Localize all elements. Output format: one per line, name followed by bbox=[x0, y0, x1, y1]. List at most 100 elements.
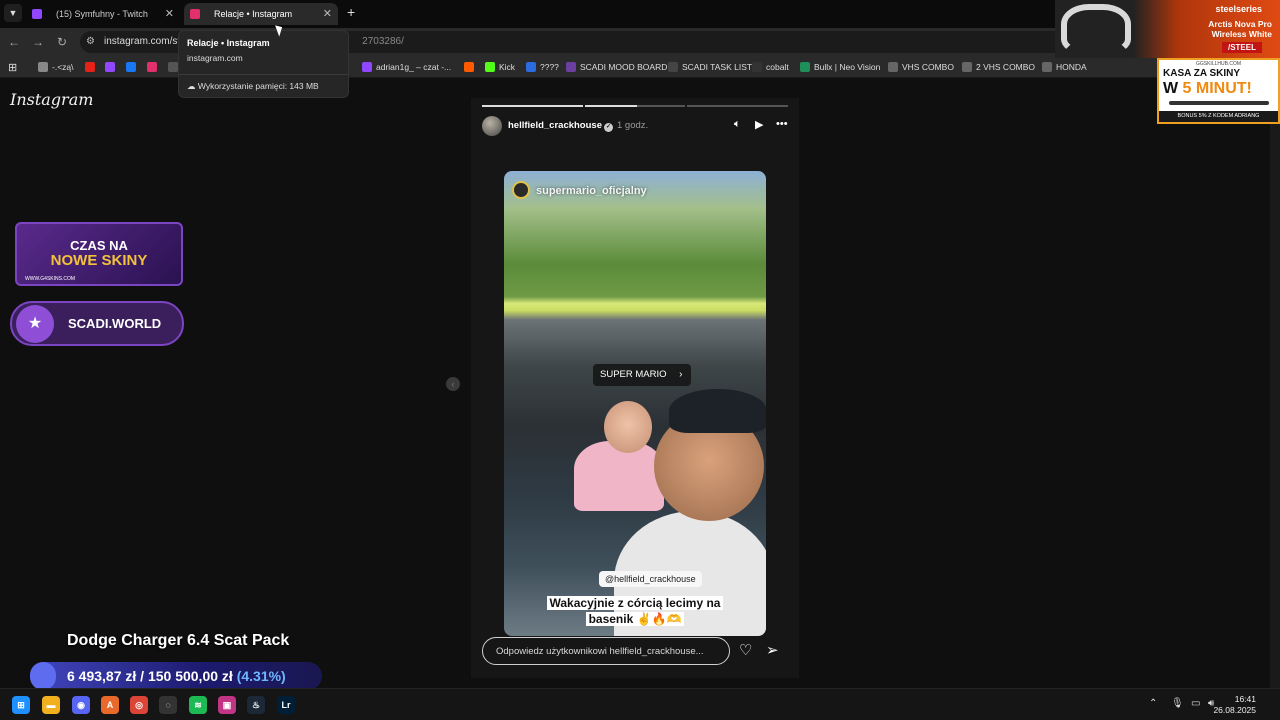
bookmark-favicon-icon bbox=[962, 62, 972, 72]
play-icon[interactable]: ▶ bbox=[755, 118, 763, 131]
bookmark-label: cobalt bbox=[766, 62, 789, 72]
memory-icon: ☁ bbox=[187, 81, 198, 91]
bookmark-item[interactable]: adrian1g_ – czat -... bbox=[362, 60, 451, 74]
scrollbar[interactable] bbox=[1270, 78, 1280, 688]
chevron-up-icon[interactable]: ⌃ bbox=[1149, 698, 1157, 709]
bookmark-favicon-icon bbox=[566, 62, 576, 72]
bookmark-favicon-icon bbox=[38, 62, 48, 72]
bookmark-favicon-icon bbox=[105, 62, 115, 72]
steam-icon[interactable]: ♨ bbox=[247, 696, 265, 714]
tooltip-memory: ☁ Wykorzystanie pamięci: 143 MB bbox=[187, 81, 319, 91]
bookmark-item[interactable]: ???? bbox=[526, 60, 559, 74]
bookmark-item[interactable]: cobalt bbox=[752, 60, 789, 74]
bookmark-item[interactable] bbox=[464, 60, 478, 74]
bookmark-favicon-icon bbox=[888, 62, 898, 72]
avatar[interactable] bbox=[482, 116, 502, 136]
bookmark-favicon-icon bbox=[485, 62, 495, 72]
story-progress bbox=[482, 105, 789, 107]
send-icon[interactable]: ➢ bbox=[766, 641, 779, 659]
overlay-line2: NOWE SKINY bbox=[50, 252, 148, 269]
spotify-icon[interactable]: ≋ bbox=[189, 696, 207, 714]
goal-title: Dodge Charger 6.4 Scat Pack bbox=[67, 632, 290, 649]
tab-label: (15) Symfuhny - Twitch bbox=[56, 9, 148, 19]
tooltip-domain: instagram.com bbox=[187, 53, 243, 63]
network-icon[interactable]: ▭ bbox=[1191, 698, 1200, 709]
music-sticker[interactable]: SUPER MARIO › bbox=[593, 364, 691, 386]
obs-icon[interactable]: ◌ bbox=[159, 696, 177, 714]
bookmark-item[interactable]: SCADI MOOD BOARD bbox=[566, 60, 667, 74]
story-time: 1 godz. bbox=[617, 120, 649, 131]
rifle-icon bbox=[1169, 101, 1269, 105]
tab-twitch[interactable]: (15) Symfuhny - Twitch ✕ bbox=[26, 3, 180, 25]
bookmark-label: -.<zą\ bbox=[52, 62, 74, 72]
ad-site: GGSKILLHUB.COM bbox=[1195, 61, 1241, 67]
system-clock[interactable]: 16:41 26.08.2025 bbox=[1213, 694, 1256, 716]
story-username[interactable]: hellfield_crackhouse ✓ bbox=[508, 120, 613, 132]
bookmark-item[interactable]: SCADI TASK LIST bbox=[668, 60, 752, 74]
twitch-icon bbox=[32, 9, 42, 19]
instagram-icon bbox=[190, 9, 200, 19]
skins-cash-ad: GGSKILLHUB.COM KASA ZA SKINY W 5 MINUT! … bbox=[1157, 58, 1280, 124]
tab-search-button[interactable]: ▼ bbox=[4, 4, 22, 22]
goal-progress-bar: 6 493,87 zł / 150 500,00 zł (4.31%) bbox=[30, 662, 322, 690]
previous-story-arrow-icon[interactable]: ‹ bbox=[446, 377, 460, 391]
story-caption: Wakacyjnie z córcią lecimy na basenik ✌️🔥… bbox=[544, 595, 726, 627]
story-inner-user: supermario_oficjalny bbox=[512, 181, 647, 199]
more-options-icon[interactable]: ••• bbox=[776, 118, 788, 130]
tooltip-title: Relacje • Instagram bbox=[187, 38, 270, 48]
star-mascot-icon: ★ bbox=[16, 305, 54, 343]
overlay-text: SCADI.WORLD bbox=[68, 316, 162, 331]
bookmark-item[interactable] bbox=[105, 60, 119, 74]
discord-icon[interactable]: ◉ bbox=[72, 696, 90, 714]
app-pink-icon[interactable]: ▣ bbox=[218, 696, 236, 714]
ad-subheadline: W 5 MINUT! bbox=[1163, 80, 1252, 97]
site-info-icon[interactable]: ⚙ bbox=[86, 36, 95, 47]
mention-sticker[interactable]: @hellfield_crackhouse bbox=[599, 571, 702, 587]
bookmark-item[interactable]: -.<zą\ bbox=[38, 60, 74, 74]
bookmark-label: Kick bbox=[499, 62, 516, 72]
bookmark-item[interactable] bbox=[126, 60, 140, 74]
back-arrow-icon[interactable]: ← bbox=[6, 34, 22, 50]
close-icon[interactable]: ✕ bbox=[165, 3, 174, 25]
story-media[interactable]: supermario_oficjalny SUPER MARIO › @hellf… bbox=[504, 171, 766, 636]
headset-icon bbox=[1061, 4, 1131, 54]
bookmark-label: Bullx | Neo Vision bbox=[814, 62, 881, 72]
bookmark-item[interactable]: HONDA bbox=[1042, 60, 1087, 74]
lightroom-icon[interactable]: Lr bbox=[277, 696, 295, 714]
bookmark-favicon-icon bbox=[752, 62, 762, 72]
explorer-icon[interactable]: ▬ bbox=[42, 696, 60, 714]
sound-icon[interactable]: 🔈︎ bbox=[734, 118, 741, 131]
microphone-icon[interactable]: 🎙︎ bbox=[1171, 698, 1184, 709]
apps-grid-icon[interactable]: ⊞ bbox=[8, 61, 17, 74]
reload-icon[interactable]: ↻ bbox=[54, 34, 70, 50]
bookmark-item[interactable]: Kick bbox=[485, 60, 515, 74]
overlay-url: WWW.G4SKINS.COM bbox=[25, 276, 75, 282]
scadi-overlay: ★ SCADI.WORLD bbox=[10, 301, 184, 346]
chrome-icon[interactable]: ◎ bbox=[130, 696, 148, 714]
chevron-right-icon: › bbox=[679, 369, 683, 380]
reply-input[interactable] bbox=[482, 637, 730, 665]
ad-bonus: BONUS 5% Z KODEM ADRIANG bbox=[1159, 111, 1278, 122]
ad-brand: steelseries bbox=[1215, 4, 1262, 14]
new-tab-button[interactable]: + bbox=[347, 4, 355, 20]
bookmark-item[interactable] bbox=[85, 60, 99, 74]
bookmark-favicon-icon bbox=[800, 62, 810, 72]
bookmark-item[interactable]: 2 VHS COMBO bbox=[962, 60, 1035, 74]
close-icon[interactable]: ✕ bbox=[323, 3, 332, 25]
forward-arrow-icon[interactable]: → bbox=[30, 34, 46, 50]
bookmark-favicon-icon bbox=[1042, 62, 1052, 72]
instagram-logo[interactable]: Instagram bbox=[10, 90, 93, 109]
heart-icon[interactable]: ♡ bbox=[739, 641, 752, 659]
bookmark-item[interactable]: Bullx | Neo Vision bbox=[800, 60, 880, 74]
tab-instagram[interactable]: Relacje • Instagram ✕ bbox=[184, 3, 338, 25]
bookmark-label: 2 VHS COMBO bbox=[976, 62, 1036, 72]
app-a-icon[interactable]: A bbox=[101, 696, 119, 714]
media-content bbox=[669, 389, 766, 433]
bookmark-label: adrian1g_ – czat -... bbox=[376, 62, 452, 72]
bookmark-item[interactable] bbox=[147, 60, 161, 74]
skins-overlay: CZAS NA NOWE SKINY WWW.G4SKINS.COM bbox=[15, 222, 183, 286]
bookmark-item[interactable]: VHS COMBO bbox=[888, 60, 954, 74]
tab-hover-card: Relacje • Instagram instagram.com ☁ Wyko… bbox=[178, 30, 349, 98]
bookmark-favicon-icon bbox=[168, 62, 178, 72]
windows-icon[interactable]: ⊞ bbox=[12, 696, 30, 714]
